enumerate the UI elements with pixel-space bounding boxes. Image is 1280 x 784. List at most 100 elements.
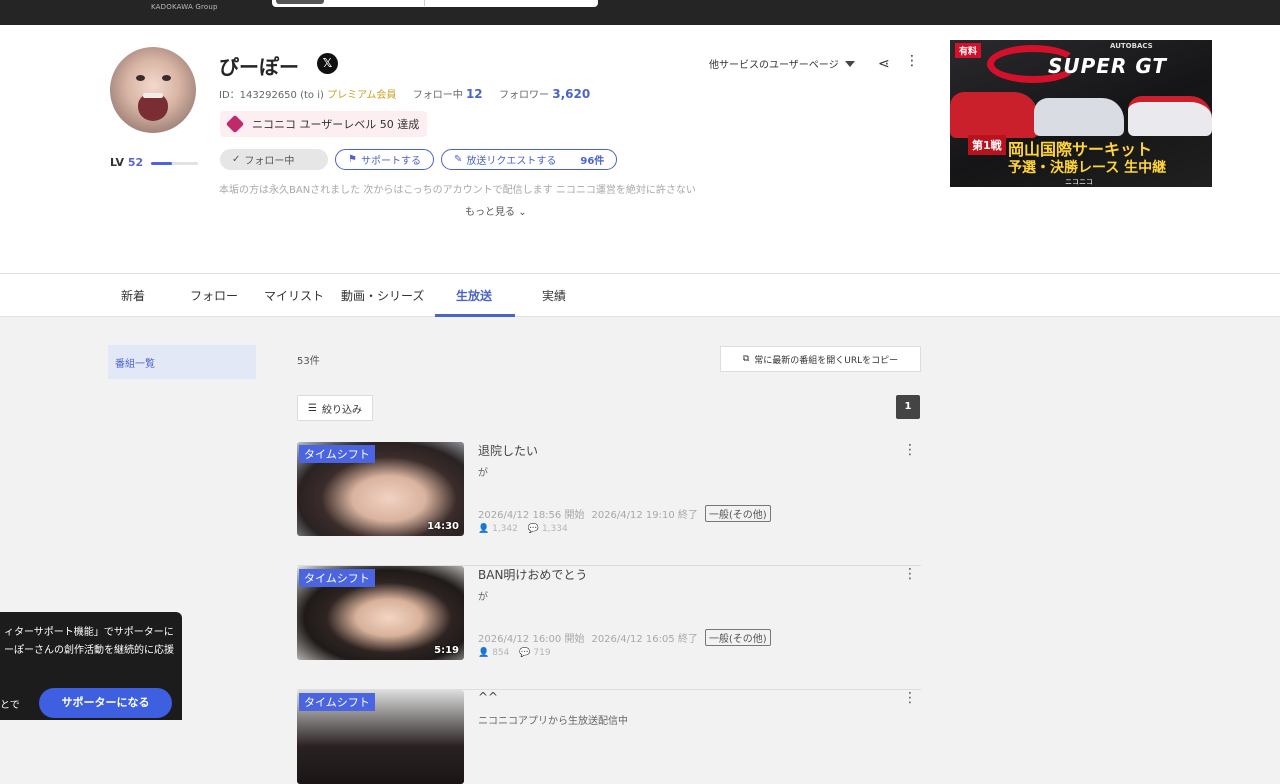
search-bar[interactable] <box>272 0 598 7</box>
person-icon: 👤 <box>478 524 490 534</box>
copy-url-label: 常に最新の番組を開くURLをコピー <box>754 355 899 366</box>
program-item[interactable]: タイムシフト 14:30 退院したい が 2026/4/12 18:56 開始 … <box>297 442 921 566</box>
tab-videos-series[interactable]: 動画・シリーズ <box>341 287 424 304</box>
program-title[interactable]: 退院したい <box>478 442 538 459</box>
copy-url-button[interactable]: ⧉ 常に最新の番組を開くURLをコピー <box>720 346 921 372</box>
followers-label[interactable]: フォロワー <box>499 90 549 101</box>
level-progress-fill <box>151 162 173 165</box>
user-name: ぴーぽー <box>219 55 299 79</box>
request-count: 96件 <box>580 156 605 167</box>
tab-live[interactable]: 生放送 <box>456 287 492 304</box>
filter-button[interactable]: ☰ 絞り込み <box>297 395 373 421</box>
program-meta: 2026/4/12 18:56 開始 2026/4/12 19:10 終了 一般… <box>478 505 771 522</box>
program-title[interactable]: ^^ <box>478 690 498 704</box>
broadcast-request-button[interactable]: ✎ 放送リクエストする 96件 <box>440 149 618 170</box>
program-stats: 👤 854 💬 719 <box>478 648 551 658</box>
avatar-eye <box>162 75 171 81</box>
comments-stat: 💬 719 <box>519 648 550 658</box>
avatar[interactable] <box>110 47 196 133</box>
race-car <box>950 92 1038 138</box>
follow-button[interactable]: ✓ フォロー中 <box>220 149 328 170</box>
action-buttons: ✓ フォロー中 ⚑ サポートする ✎ 放送リクエストする 96件 <box>220 149 618 170</box>
start-time: 2026/4/12 16:00 開始 <box>478 634 585 645</box>
start-time: 2026/4/12 18:56 開始 <box>478 510 585 521</box>
program-title[interactable]: BAN明けおめでとう <box>478 566 587 583</box>
comments-count: 719 <box>533 648 551 658</box>
item-menu-icon[interactable]: ⋮ <box>903 691 917 705</box>
request-icon: ✎ <box>453 154 463 165</box>
following-count[interactable]: 12 <box>466 87 483 101</box>
program-stats: 👤 1,342 💬 1,334 <box>478 524 568 534</box>
top-bar: KADOKAWA Group <box>0 0 1280 25</box>
result-count: 53件 <box>297 356 320 367</box>
ad-brand: AUTOBACS <box>1110 42 1153 50</box>
tab-new[interactable]: 新着 <box>121 287 145 304</box>
promo-line-3: とで <box>0 700 20 711</box>
program-thumbnail[interactable]: タイムシフト 5:19 <box>297 566 464 660</box>
advertisement-banner[interactable]: AUTOBACS SUPER GT 有料 第1戦 岡山国際サーキット 予選・決勝… <box>950 40 1212 187</box>
filter-label: 絞り込み <box>321 404 362 416</box>
race-car <box>1128 96 1212 136</box>
end-time: 2026/4/12 19:10 終了 <box>591 510 698 521</box>
search-divider <box>424 0 425 6</box>
follow-button-label: フォロー中 <box>244 156 295 167</box>
achievement-label: ニコニコ ユーザーレベル 50 達成 <box>252 118 420 131</box>
timeshift-badge: タイムシフト <box>299 445 375 463</box>
filter-icon: ☰ <box>308 402 317 414</box>
share-icon[interactable]: ⋖ <box>878 56 890 72</box>
search-type-select[interactable] <box>276 0 324 4</box>
program-thumbnail[interactable]: タイムシフト 14:30 <box>297 442 464 536</box>
request-button-label: 放送リクエストする <box>466 156 557 167</box>
show-more-label: もっと見る <box>465 207 515 218</box>
x-logo-icon[interactable]: 𝕏 <box>317 53 338 74</box>
caret-down-icon <box>844 60 855 67</box>
avatar-teeth <box>143 93 163 98</box>
program-item[interactable]: タイムシフト ^^ ニコニコアプリから生放送配信中 ⋮ <box>297 690 921 784</box>
program-description: が <box>478 468 488 479</box>
viewers-stat: 👤 854 <box>478 648 509 658</box>
ad-title: SUPER GT <box>1048 54 1168 78</box>
supporter-promo-popup: ィターサポート機能」でサポーターに ーぽーさんの創作活動を継続的に応援 とで サ… <box>0 612 182 720</box>
user-id-line: ID：143292650 (to i) プレミアム会員 フォロー中 12 フォロ… <box>219 86 590 101</box>
viewers-count: 1,342 <box>492 524 518 534</box>
show-more-link[interactable]: もっと見る ⌄ <box>465 203 527 218</box>
promo-line-2: ーぽーさんの創作活動を継続的に応援 <box>4 645 174 656</box>
followers-count[interactable]: 3,620 <box>552 87 590 101</box>
viewers-stat: 👤 1,342 <box>478 524 518 534</box>
following-label[interactable]: フォロー中 <box>413 90 463 101</box>
duration: 5:19 <box>434 645 459 656</box>
program-thumbnail[interactable]: タイムシフト <box>297 690 464 784</box>
race-car <box>1034 98 1124 136</box>
become-supporter-button[interactable]: サポーターになる <box>39 688 172 718</box>
user-id: ID：143292650 (to i) <box>219 90 324 101</box>
ad-paid-badge: 有料 <box>955 43 982 58</box>
person-icon: 👤 <box>478 648 490 658</box>
item-menu-icon[interactable]: ⋮ <box>903 443 917 457</box>
achievement-badge[interactable]: ニコニコ ユーザーレベル 50 達成 <box>220 111 428 137</box>
tab-achievements[interactable]: 実績 <box>542 287 566 304</box>
sidebar-item-programs[interactable]: 番組一覧 <box>108 345 256 379</box>
level-label: LV <box>110 156 125 169</box>
profile-header: LV 52 ぴーぽー 𝕏 ID：143292650 (to i) プレミアム会員… <box>0 25 1280 274</box>
program-meta: 2026/4/12 16:00 開始 2026/4/12 16:05 終了 一般… <box>478 629 771 646</box>
category-tag[interactable]: 一般(その他) <box>704 629 771 646</box>
tab-follow[interactable]: フォロー <box>190 287 238 304</box>
profile-description: 本垢の方は永久BANされました 次からはこっちのアカウントで配信します ニコニコ… <box>219 185 696 196</box>
support-button-label: サポートする <box>360 156 421 167</box>
gem-icon <box>225 114 245 134</box>
more-menu-icon[interactable]: ⋮ <box>905 54 919 68</box>
category-tag[interactable]: 一般(その他) <box>704 505 771 522</box>
comment-icon: 💬 <box>519 648 531 658</box>
other-services-dropdown[interactable]: 他サービスのユーザーページ <box>709 56 855 71</box>
ad-race: 予選・決勝レース 生中継 <box>1008 160 1167 176</box>
comments-stat: 💬 1,334 <box>528 524 568 534</box>
page-button-1[interactable]: 1 <box>896 395 920 419</box>
item-menu-icon[interactable]: ⋮ <box>903 567 917 581</box>
tab-mylist[interactable]: マイリスト <box>264 287 324 304</box>
premium-badge: プレミアム会員 <box>327 90 397 101</box>
level-text: LV 52 <box>110 156 143 169</box>
program-item[interactable]: タイムシフト 5:19 BAN明けおめでとう が 2026/4/12 16:00… <box>297 566 921 690</box>
active-tab-indicator <box>435 314 515 317</box>
ad-round: 第1戦 <box>968 135 1006 155</box>
support-button[interactable]: ⚑ サポートする <box>335 149 434 170</box>
